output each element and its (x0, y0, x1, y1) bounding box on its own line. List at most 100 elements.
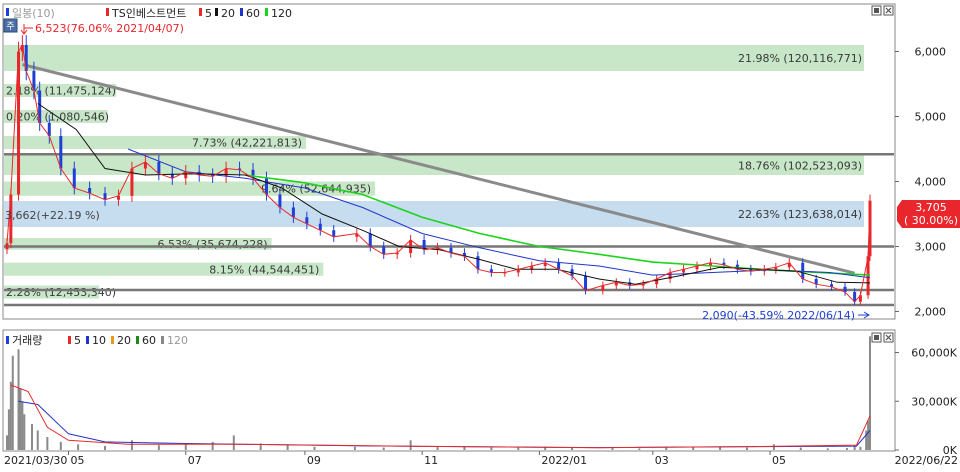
volume-zone-label: 2.28% (12,453,340) (6, 286, 116, 299)
volume-bar (517, 447, 520, 450)
volume-zone-label: 2.18% (11,475,124) (6, 85, 116, 98)
volume-bar (11, 355, 14, 450)
volume-zone-label: 7.73% (42,221,813) (192, 137, 302, 150)
legend-ma5: 5 (205, 7, 212, 20)
date-tick-label: 03 (655, 454, 669, 467)
low-label: 2,090(-43.59% 2022/06/14) (702, 309, 855, 322)
last-change: ( 30.00%) (904, 214, 958, 227)
vol-legend-ma5: 5 (74, 334, 81, 347)
volume-bar (638, 448, 641, 450)
last-price: 3,705 (915, 201, 947, 214)
volume-bar (19, 388, 22, 450)
volume-bar (184, 444, 187, 450)
volume-bar (286, 445, 289, 450)
volume-bar (59, 441, 62, 450)
volume-bar (104, 445, 107, 450)
volume-bar (409, 440, 412, 450)
svg-text:주: 주 (6, 21, 14, 32)
left-marker-label: 3,662(+22.19 %) (5, 209, 100, 222)
candle (291, 207, 295, 218)
volume-tick-label: 60,000K (911, 347, 957, 360)
volume-bar (826, 448, 829, 450)
volume-zone (4, 45, 864, 71)
volume-bar (77, 444, 80, 450)
price-axis: 6,000 5,000 4,000 3,000 2,000 (895, 46, 946, 319)
candle (264, 178, 268, 195)
chart-tool-icon[interactable]: 주 (3, 18, 18, 33)
volume-bar (353, 446, 356, 450)
volume-bar (157, 445, 160, 450)
price-tick-label: 6,000 (915, 46, 947, 59)
vol-ma5-swatch (68, 336, 71, 344)
high-annotation: 6,523(76.06% 2021/04/07) (20, 22, 184, 35)
volume-bar (799, 447, 802, 450)
legend-ma5-swatch (199, 8, 202, 16)
volume-bar (463, 446, 466, 450)
volume-bar (845, 448, 848, 450)
legend-marker-icon (106, 8, 109, 16)
date-tick-label: 2021/03/30 (4, 454, 67, 467)
volume-bar (21, 401, 24, 450)
legend-label-b: TS인베스트먼트 (111, 7, 186, 20)
volume-bar (611, 448, 614, 450)
volume-legend-marker-icon (6, 336, 9, 344)
date-axis: 2021/03/30 05 07 09 11 2022/01 03 05 2022/06/22 (4, 451, 958, 467)
price-panel-maximize-icon[interactable] (871, 5, 882, 16)
legend-ma120-swatch (265, 8, 268, 16)
last-price-badge: 3,705 ( 30.00%) (897, 200, 960, 228)
legend-ma60: 60 (246, 7, 260, 20)
legend-ma20-swatch (215, 8, 218, 16)
volume-bar (490, 447, 493, 450)
volume-zone-label: 22.63% (123,638,014) (738, 208, 862, 221)
vol-legend-ma20: 20 (117, 334, 131, 347)
vol-ma10-swatch (86, 336, 89, 344)
candle (5, 243, 9, 250)
high-label: 6,523(76.06% 2021/04/07) (35, 22, 184, 35)
candle (59, 136, 63, 169)
volume-bar (17, 349, 20, 450)
candle (368, 233, 372, 247)
volume-bar (313, 446, 316, 450)
vol-ma60-swatch (136, 336, 139, 344)
volume-bar (859, 446, 862, 450)
volume-zone-label: 6.53% (35,674,228) (158, 238, 268, 251)
volume-bar (36, 430, 39, 450)
volume-zone (4, 201, 864, 227)
volume-panel-close-icon[interactable] (883, 332, 894, 343)
price-tick-label: 4,000 (915, 176, 947, 189)
date-tick-label: 2022/01 (541, 454, 587, 467)
candle (584, 275, 588, 291)
volume-bar (867, 420, 870, 450)
volume-legend-label: 거래량 (12, 334, 42, 347)
chart-canvas: 21.98% (120,116,771) 18.76% (102,523,093)… (2, 3, 960, 467)
date-tick-label: 09 (307, 454, 321, 467)
volume-bar (130, 440, 133, 450)
legend-ma60-swatch (240, 8, 243, 16)
vol-legend-ma120: 120 (167, 334, 188, 347)
price-tick-label: 2,000 (915, 306, 947, 319)
legend-label-a: 일봉(10) (12, 6, 55, 20)
price-legend: 일봉(10) TS인베스트먼트 5 20 60 120 (6, 6, 292, 20)
volume-panel-frame (2, 329, 896, 452)
volume-bar (745, 447, 748, 450)
price-tick-label: 5,000 (915, 111, 947, 124)
volume-bar (23, 414, 26, 450)
date-tick-label: 05 (772, 454, 786, 467)
vol-legend-ma10: 10 (92, 334, 106, 347)
volume-panel-maximize-icon[interactable] (871, 332, 882, 343)
volume-bar (211, 441, 214, 450)
candle (409, 240, 413, 253)
candle (476, 256, 480, 270)
date-tick-label: 05 (71, 454, 85, 467)
volume-bar (232, 435, 235, 450)
date-tick-label: 11 (424, 454, 438, 467)
legend-ma20: 20 (221, 7, 235, 20)
volume-bar (869, 336, 871, 450)
vol-legend-ma60: 60 (142, 334, 156, 347)
volume-bar (6, 435, 8, 450)
legend-ma120: 120 (271, 7, 292, 20)
vol-ma20-swatch (111, 336, 114, 344)
price-panel-close-icon[interactable] (883, 5, 894, 16)
candle (278, 194, 282, 208)
volume-bar (665, 447, 668, 450)
